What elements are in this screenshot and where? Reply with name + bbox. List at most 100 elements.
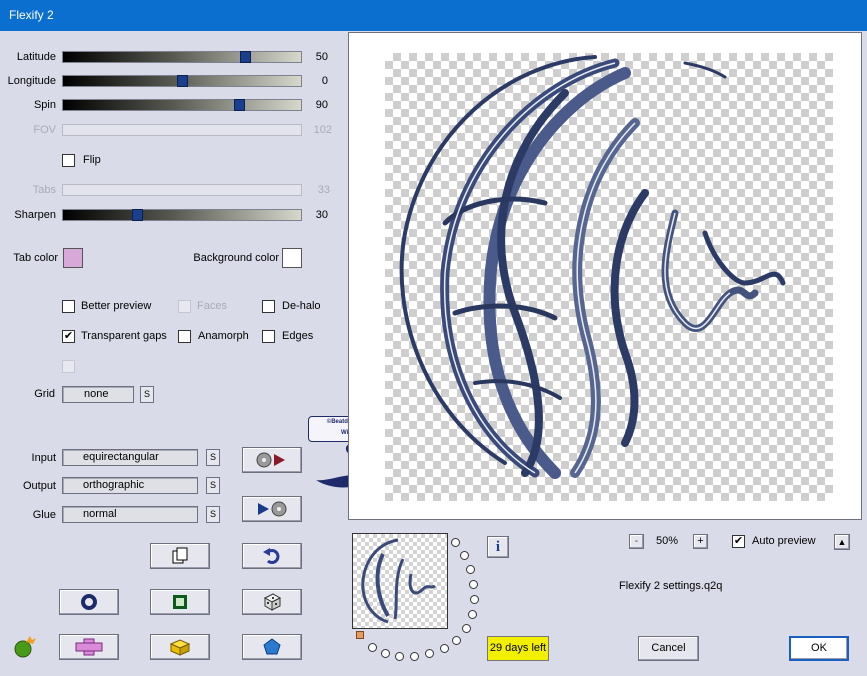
preview-canvas [385, 53, 833, 501]
input-select[interactable]: equirectangular [62, 449, 198, 466]
nav-dot[interactable] [451, 538, 460, 547]
dice-icon [263, 593, 282, 611]
disc-to-play-icon [256, 452, 285, 468]
undo-icon [263, 548, 280, 564]
undo-button[interactable] [242, 543, 302, 569]
nav-dot[interactable] [466, 565, 475, 574]
trial-days-badge: 29 days left [487, 636, 549, 661]
spin-label: Spin [33, 99, 56, 111]
input-label: Input [31, 452, 56, 464]
tab-color-swatch[interactable] [63, 248, 83, 268]
nav-dot[interactable] [440, 644, 449, 653]
nav-dot[interactable] [381, 649, 390, 658]
settings-filename: Flexify 2 settings.q2q [619, 580, 723, 592]
pentagon-button[interactable] [242, 634, 302, 660]
grid-select[interactable]: none [62, 386, 134, 403]
sharpen-label: Sharpen [14, 209, 56, 221]
fov-slider[interactable] [62, 124, 302, 136]
cube-icon [169, 639, 191, 656]
sharpen-thumb[interactable] [132, 209, 143, 221]
auto-preview-checkbox[interactable]: ✔ [732, 535, 745, 548]
nav-dot[interactable] [460, 551, 469, 560]
ring-button[interactable] [59, 589, 119, 615]
ring-icon [81, 594, 97, 610]
spin-thumb[interactable] [234, 99, 245, 111]
latitude-label: Latitude [16, 51, 56, 63]
glue-s-button[interactable]: S [206, 506, 220, 523]
glue-select[interactable]: normal [62, 506, 198, 523]
copy-button[interactable] [150, 543, 210, 569]
info-button[interactable]: i [487, 536, 509, 558]
spin-slider[interactable] [62, 99, 302, 111]
better-preview-label: Better preview [81, 300, 152, 312]
play-to-disc-icon [258, 501, 287, 517]
auto-preview-label: Auto preview [752, 535, 816, 547]
tabs-slider[interactable] [62, 184, 302, 196]
background-color-label: Background color [193, 252, 279, 264]
faces-checkbox[interactable] [178, 300, 191, 313]
collapse-button[interactable]: ▲ [834, 534, 850, 550]
anamorph-label: Anamorph [198, 330, 249, 342]
output-select[interactable]: orthographic [62, 477, 198, 494]
zoom-in-button[interactable]: + [693, 534, 708, 549]
tabs-value: 33 [317, 184, 330, 196]
de-halo-label: De-halo [282, 300, 321, 312]
cancel-button[interactable]: Cancel [638, 636, 699, 661]
zoom-out-button[interactable]: - [629, 534, 644, 549]
nav-dot[interactable] [425, 649, 434, 658]
fov-value: 102 [313, 124, 332, 136]
random-button[interactable] [242, 589, 302, 615]
edges-label: Edges [282, 330, 314, 342]
ok-button[interactable]: OK [789, 636, 849, 661]
navigator-thumbnail[interactable] [352, 533, 448, 629]
nav-dot[interactable] [368, 643, 377, 652]
sharpen-slider[interactable] [62, 209, 302, 221]
unlabeled-checkbox[interactable] [62, 360, 75, 373]
output-s-button[interactable]: S [206, 477, 220, 494]
navigator-handle[interactable] [356, 631, 364, 639]
spin-value: 90 [315, 99, 328, 111]
faces-label: Faces [197, 300, 227, 312]
transparent-gaps-checkbox[interactable]: ✔ [62, 330, 75, 343]
nav-dot[interactable] [395, 652, 404, 661]
better-preview-checkbox[interactable] [62, 300, 75, 313]
flip-label: Flip [83, 154, 101, 166]
nav-dot[interactable] [410, 652, 419, 661]
pentagon-icon [263, 638, 281, 655]
edges-checkbox[interactable] [262, 330, 275, 343]
sharpen-value: 30 [315, 209, 328, 221]
latitude-thumb[interactable] [240, 51, 251, 63]
fov-label: FOV [33, 124, 56, 136]
de-halo-checkbox[interactable] [262, 300, 275, 313]
latitude-slider[interactable] [62, 51, 302, 63]
save-output-button[interactable] [242, 496, 302, 522]
nav-dot[interactable] [462, 624, 471, 633]
preview-panel[interactable] [348, 32, 862, 520]
cross-icon [75, 638, 103, 656]
preview-artwork [399, 55, 786, 479]
grid-label: Grid [34, 388, 55, 400]
longitude-thumb[interactable] [177, 75, 188, 87]
longitude-label: Longitude [7, 75, 56, 87]
copy-icon [172, 547, 188, 564]
title-bar: Flexify 2 [0, 0, 867, 31]
square-button[interactable] [150, 589, 210, 615]
logo-icon [12, 634, 38, 658]
anamorph-checkbox[interactable] [178, 330, 191, 343]
thumbnail-artwork [361, 538, 436, 624]
grid-s-button[interactable]: S [140, 386, 154, 403]
flip-checkbox[interactable] [62, 154, 75, 167]
output-label: Output [22, 480, 56, 492]
nav-dot[interactable] [452, 636, 461, 645]
latitude-value: 50 [315, 51, 328, 63]
load-input-button[interactable] [242, 447, 302, 473]
nav-dot[interactable] [470, 595, 479, 604]
nav-dot[interactable] [469, 580, 478, 589]
background-color-swatch[interactable] [282, 248, 302, 268]
input-s-button[interactable]: S [206, 449, 220, 466]
cross-button[interactable] [59, 634, 119, 660]
longitude-slider[interactable] [62, 75, 302, 87]
cube-button[interactable] [150, 634, 210, 660]
nav-dot[interactable] [468, 610, 477, 619]
tabs-label: Tabs [32, 184, 56, 196]
